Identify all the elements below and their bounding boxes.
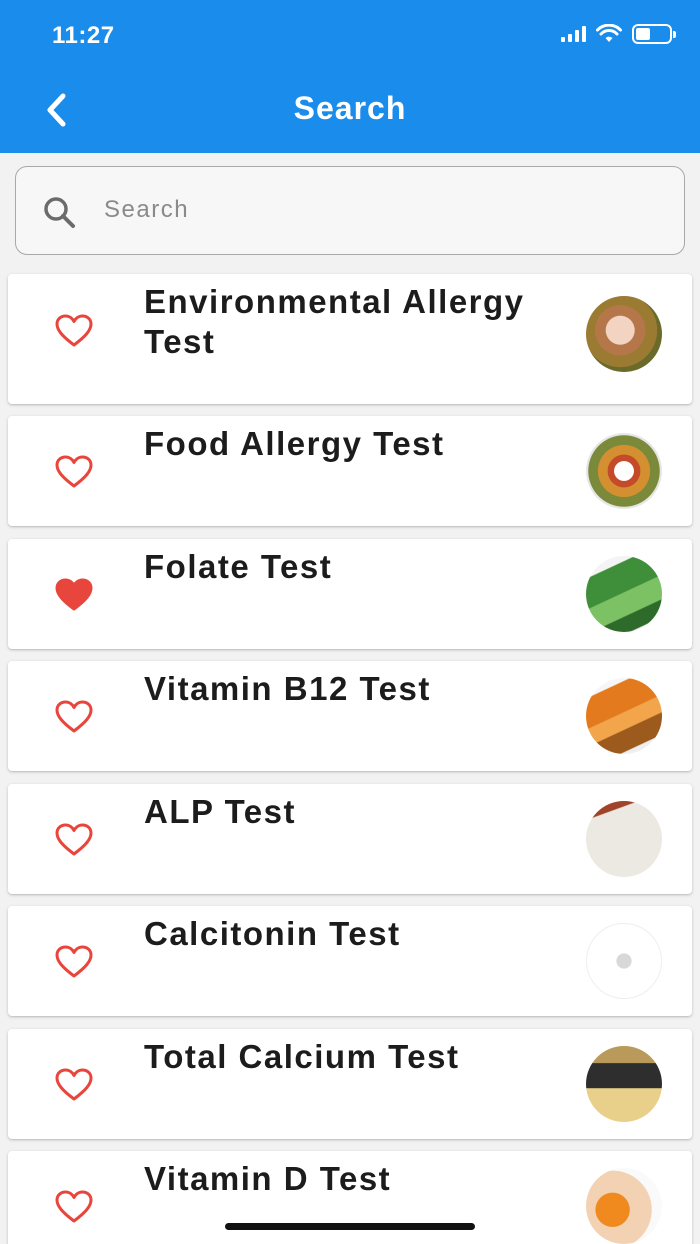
test-thumbnail [586, 923, 662, 999]
status-time: 11:27 [52, 22, 115, 49]
search-bar[interactable] [15, 166, 685, 255]
home-indicator [225, 1223, 475, 1230]
test-name: Vitamin B12 Test [144, 670, 431, 707]
test-name: Calcitonin Test [144, 915, 401, 952]
favorite-button[interactable] [52, 452, 96, 492]
list-item[interactable]: Environmental Allergy Test [8, 274, 692, 404]
heart-outline-icon [55, 455, 93, 488]
test-thumbnail [586, 555, 662, 632]
list-item[interactable]: ALP Test [8, 783, 692, 894]
favorite-button[interactable] [52, 311, 96, 351]
heart-outline-icon [55, 314, 93, 347]
test-thumbnail [586, 1045, 662, 1122]
page-title: Search [293, 90, 407, 126]
list-item[interactable]: Vitamin B12 Test [8, 661, 692, 771]
list-item[interactable]: Food Allergy Test [8, 416, 692, 526]
test-thumbnail [586, 1168, 662, 1244]
favorite-button[interactable] [52, 697, 96, 737]
list-item[interactable]: Vitamin D Test [8, 1151, 692, 1244]
test-name: Vitamin D Test [144, 1160, 392, 1197]
test-thumbnail [586, 678, 662, 754]
list-item[interactable]: Folate Test [8, 538, 692, 649]
list-item[interactable]: Calcitonin Test [8, 906, 692, 1016]
list-item[interactable]: Total Calcium Test [8, 1028, 692, 1139]
favorite-button[interactable] [52, 820, 96, 860]
test-thumbnail [586, 800, 662, 877]
search-input[interactable] [104, 185, 664, 235]
test-name: Environmental Allergy Test [144, 283, 525, 360]
status-icons [561, 24, 676, 44]
test-name: ALP Test [144, 792, 296, 830]
favorite-button[interactable] [52, 942, 96, 982]
test-name: Folate Test [144, 547, 333, 585]
test-thumbnail [586, 433, 662, 509]
heart-outline-icon [55, 1068, 93, 1100]
test-name: Total Calcium Test [144, 1037, 460, 1075]
heart-outline-icon [55, 1190, 93, 1223]
heart-outline-icon [55, 700, 93, 733]
heart-outline-icon [55, 823, 93, 855]
favorite-button[interactable] [52, 1187, 96, 1227]
favorite-button[interactable] [52, 575, 96, 615]
app-header: 11:27 Search [0, 0, 700, 153]
test-name: Food Allergy Test [144, 425, 445, 462]
favorite-button[interactable] [52, 1065, 96, 1105]
wifi-icon [596, 24, 622, 42]
search-icon [44, 197, 75, 228]
battery-icon [632, 24, 676, 44]
signal-icon [561, 26, 586, 42]
test-list: Environmental Allergy Test Food Allergy … [8, 274, 692, 1244]
heart-outline-icon [55, 945, 93, 978]
test-thumbnail [586, 296, 662, 372]
heart-filled-icon [55, 578, 93, 610]
